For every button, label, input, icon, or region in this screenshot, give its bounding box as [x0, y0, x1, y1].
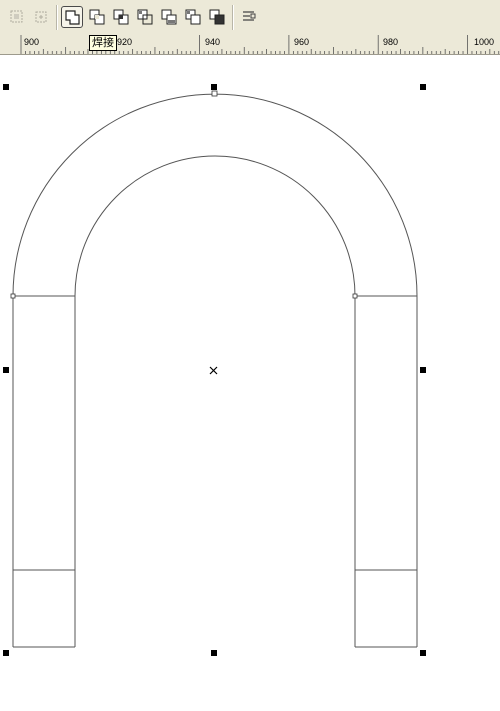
drawing-canvas[interactable] — [0, 55, 500, 711]
back-minus-front-icon — [185, 9, 201, 25]
selection-handle-top-center[interactable] — [211, 84, 217, 90]
selection-handle-bottom-center[interactable] — [211, 650, 217, 656]
ruler-label: 900 — [24, 37, 40, 47]
align-distribute-button[interactable] — [238, 6, 260, 28]
weld-icon — [65, 10, 80, 25]
arch-inner-curve[interactable] — [74, 155, 356, 297]
toolbar-separator — [232, 5, 234, 30]
edit-select-icon — [35, 11, 47, 23]
front-minus-back-icon — [161, 9, 177, 25]
horizontal-ruler[interactable]: 900 920 940 960 980 1000 — [0, 35, 500, 55]
simplify-icon — [137, 9, 153, 25]
shaping-toolbar — [0, 0, 500, 36]
path-node[interactable] — [211, 90, 218, 97]
selection-handle-middle-left[interactable] — [3, 367, 9, 373]
front-minus-back-button[interactable] — [158, 6, 180, 28]
align-distribute-icon — [243, 11, 256, 21]
weld-tooltip: 焊接 — [89, 35, 117, 51]
intersect-button[interactable] — [110, 6, 132, 28]
intersect-icon — [113, 9, 129, 25]
edit-select-button[interactable] — [30, 6, 52, 28]
reset-select-button[interactable] — [6, 6, 28, 28]
simplify-button[interactable] — [134, 6, 156, 28]
ruler-label: 920 — [117, 37, 133, 47]
ruler-label: 940 — [205, 37, 221, 47]
reset-select-icon — [10, 10, 23, 23]
selection-handle-bottom-right[interactable] — [420, 650, 426, 656]
ruler-label: 960 — [294, 37, 310, 47]
ruler-ticks — [20, 35, 500, 54]
selection-handle-top-right[interactable] — [420, 84, 426, 90]
selection-handle-bottom-left[interactable] — [3, 650, 9, 656]
ruler-label: 980 — [383, 37, 399, 47]
arch-outer-curve[interactable] — [12, 93, 418, 297]
back-minus-front-button[interactable] — [182, 6, 204, 28]
path-node[interactable] — [10, 293, 16, 299]
selection-handle-top-left[interactable] — [3, 84, 9, 90]
selection-handle-middle-right[interactable] — [420, 367, 426, 373]
trim-icon — [89, 9, 105, 25]
path-node[interactable] — [352, 293, 358, 299]
weld-button[interactable] — [61, 6, 83, 28]
ruler-label: 1000 — [474, 37, 495, 47]
toolbar-separator — [56, 5, 58, 30]
create-boundary-icon — [209, 9, 225, 25]
create-boundary-button[interactable] — [206, 6, 228, 28]
selection-center-mark[interactable] — [209, 366, 218, 375]
trim-button[interactable] — [86, 6, 108, 28]
